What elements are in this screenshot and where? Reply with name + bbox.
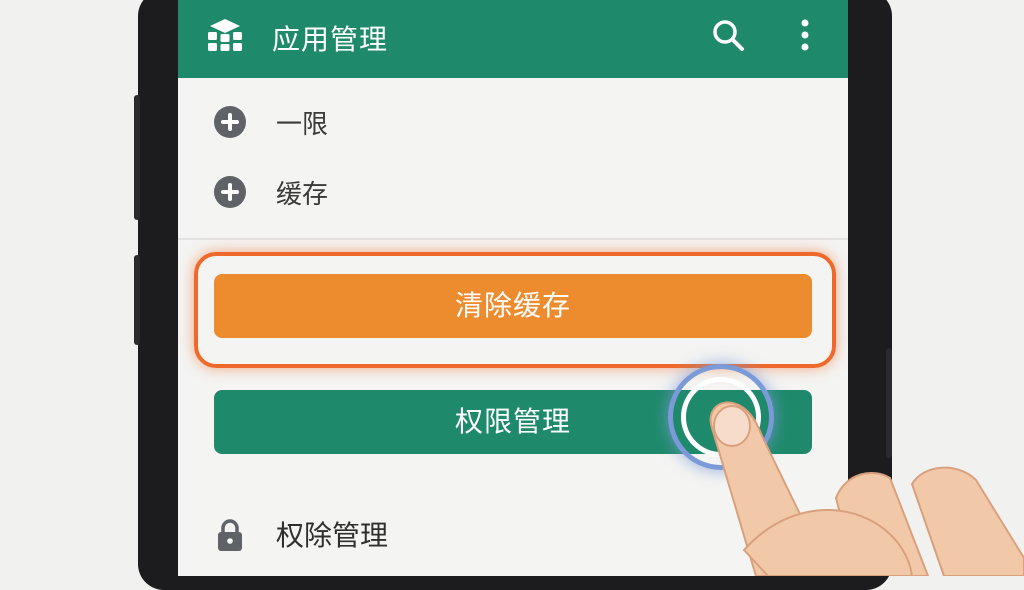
more-vert-icon[interactable] (798, 18, 812, 52)
app-grid-logo-icon (208, 19, 242, 51)
app-bar: 应用管理 (178, 0, 848, 78)
list-item-label: 缓存 (276, 180, 329, 210)
search-icon[interactable] (711, 18, 745, 52)
lock-icon (218, 519, 242, 551)
list-item-label: 一限 (276, 110, 329, 140)
list-item-label: 权除管理 (276, 519, 389, 552)
plus-circle-icon[interactable] (214, 106, 246, 138)
plus-circle-icon[interactable] (214, 176, 246, 208)
phone-side-button (134, 255, 140, 345)
page-title: 应用管理 (272, 23, 389, 56)
clear-cache-button[interactable]: 清除缓存 (214, 274, 812, 338)
list-item[interactable]: 缓存 (178, 160, 848, 222)
tapping-hand (709, 401, 1024, 576)
phone-side-button (134, 95, 140, 220)
list-item[interactable]: 一限 (178, 90, 848, 152)
divider (178, 238, 848, 240)
